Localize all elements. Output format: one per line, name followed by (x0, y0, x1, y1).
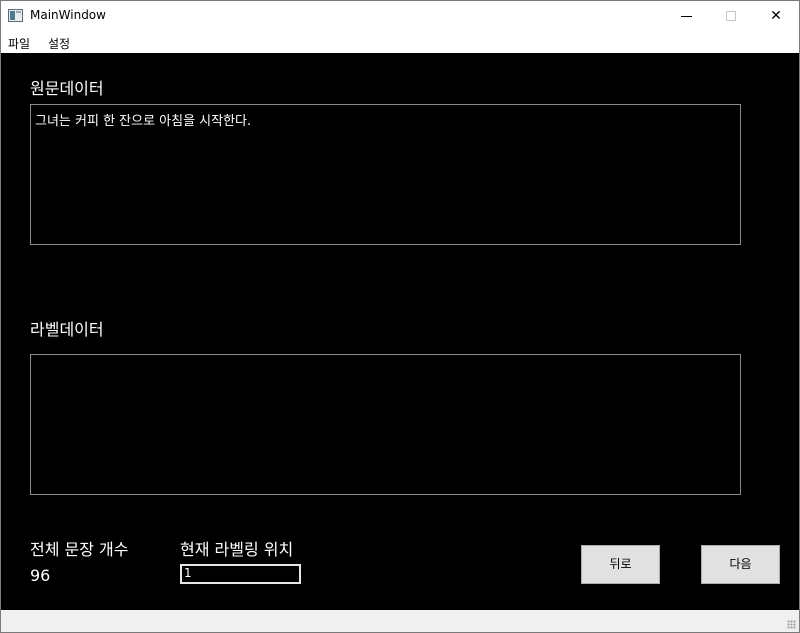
menu-settings[interactable]: 설정 (48, 35, 70, 52)
current-position-input[interactable]: 1 (180, 564, 301, 584)
total-sentences-value: 96 (30, 566, 51, 585)
minimize-icon (680, 15, 692, 17)
window-title: MainWindow (30, 8, 106, 22)
next-button[interactable]: 다음 (701, 545, 780, 584)
total-sentences-label: 전체 문장 개수 (30, 540, 129, 559)
resize-grip-icon[interactable] (787, 620, 796, 629)
menu-file[interactable]: 파일 (8, 35, 30, 52)
maximize-button[interactable] (708, 1, 754, 32)
status-bar (1, 610, 799, 632)
label-data-label: 라벨데이터 (30, 320, 104, 339)
back-button[interactable]: 뒤로 (581, 545, 660, 584)
source-data-label: 원문데이터 (30, 79, 104, 98)
label-data-textbox[interactable] (30, 354, 741, 495)
close-button[interactable]: ✕ (753, 1, 799, 32)
close-icon: ✕ (770, 8, 782, 24)
title-bar[interactable]: MainWindow ✕ (1, 1, 799, 32)
minimize-button[interactable] (663, 1, 709, 32)
app-window-icon (8, 9, 23, 22)
source-data-textbox[interactable]: 그녀는 커피 한 잔으로 아침을 시작한다. (30, 104, 741, 245)
main-window: MainWindow ✕ 파일 설정 원문데이터 그녀는 커피 한 잔으로 아침… (0, 0, 800, 633)
main-content: 원문데이터 그녀는 커피 한 잔으로 아침을 시작한다. 라벨데이터 전체 문장… (1, 53, 799, 610)
menu-bar: 파일 설정 (1, 32, 799, 53)
maximize-icon (726, 11, 736, 21)
current-position-label: 현재 라벨링 위치 (180, 540, 294, 559)
